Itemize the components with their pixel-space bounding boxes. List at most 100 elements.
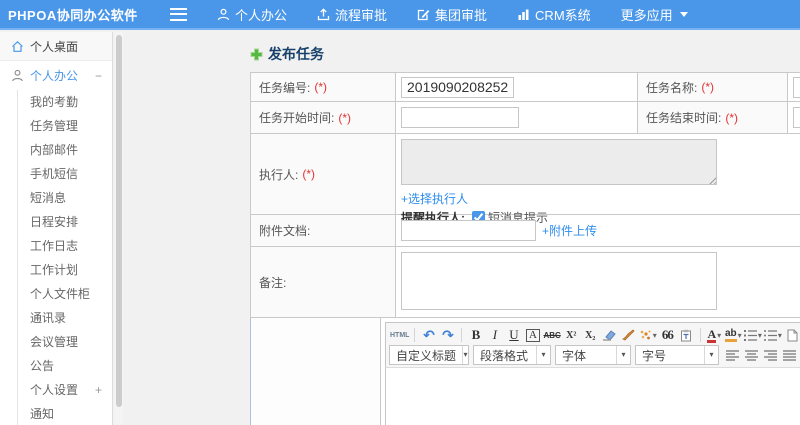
required-mark: (*): [725, 110, 739, 125]
select-executor-link[interactable]: +选择执行人: [401, 192, 468, 206]
spray-icon: [640, 330, 651, 340]
nav-process-approval[interactable]: 流程审批: [317, 5, 387, 24]
top-bar: PHPOA协同办公软件 个人办公 流程审批 集团审批 CRM系统 更多应用: [0, 0, 800, 30]
sidebar-item-announcement[interactable]: 公告: [0, 354, 112, 378]
scrollbar-thumb[interactable]: [115, 35, 122, 407]
label-text: 备注:: [259, 275, 287, 290]
app-logo: PHPOA协同办公软件: [8, 7, 138, 23]
chevron-down-icon: ▾: [704, 346, 718, 364]
home-icon: [12, 40, 23, 52]
char-style-button[interactable]: A: [525, 328, 540, 342]
attachment-input[interactable]: [401, 220, 536, 241]
chevron-down-icon: ▾: [777, 330, 782, 340]
nav-label: 个人办公: [235, 7, 288, 23]
sidebar-section-personal-office[interactable]: 个人办公 −: [0, 61, 112, 90]
task-no-input[interactable]: [401, 76, 514, 98]
font-color-button[interactable]: A ▾: [706, 327, 723, 344]
page-title: 发布任务: [250, 44, 324, 64]
blockquote-button[interactable]: 66: [659, 327, 676, 344]
highlight-glyph: ab: [724, 328, 737, 342]
nav-crm-system[interactable]: CRM系统: [517, 5, 591, 24]
superscript-button[interactable]: X²: [563, 327, 580, 344]
form-row-remark: 备注:: [251, 247, 800, 318]
remark-textarea[interactable]: [401, 252, 717, 310]
separator: [414, 328, 416, 342]
sidebar-scrollbar[interactable]: [114, 32, 123, 425]
format-brush-button[interactable]: [620, 327, 637, 344]
strikethrough-button[interactable]: ABC: [543, 327, 560, 344]
nav-label: 更多应用: [620, 7, 673, 23]
task-no-cell: [396, 73, 638, 102]
separator: [699, 328, 701, 342]
sidebar-item-file-cabinet[interactable]: 个人文件柜: [0, 282, 112, 306]
nav-group-approval[interactable]: 集团审批: [417, 5, 487, 24]
task-name-input[interactable]: [793, 76, 800, 98]
sidebar-item-attendance[interactable]: 我的考勤: [0, 90, 112, 114]
ordered-list-button[interactable]: ▾: [743, 327, 762, 344]
chevron-down-icon: ▾: [652, 330, 657, 340]
sidebar-submenu: 我的考勤 任务管理 内部邮件 手机短信 短消息 日程安排 工作日志 工作计划 个…: [0, 90, 112, 425]
italic-button[interactable]: I: [486, 327, 503, 344]
collapse-minus-icon[interactable]: −: [95, 69, 102, 83]
executor-textarea[interactable]: [401, 139, 717, 185]
expand-plus-icon[interactable]: +: [95, 378, 102, 402]
sidebar-item-internal-mail[interactable]: 内部邮件: [0, 138, 112, 162]
select-value: 段落格式: [480, 348, 529, 363]
align-right-button[interactable]: [762, 347, 779, 364]
eraser-icon: [603, 330, 617, 341]
sidebar-item-contacts[interactable]: 通讯录: [0, 306, 112, 330]
align-left-button[interactable]: [724, 347, 741, 364]
sidebar-item-work-plan[interactable]: 工作计划: [0, 258, 112, 282]
eraser-button[interactable]: [601, 327, 618, 344]
undo-button[interactable]: ↶: [420, 327, 437, 344]
editor-content-area[interactable]: [386, 368, 800, 425]
form-row-attachment: 附件文档: +附件上传: [251, 215, 800, 247]
start-time-cell: [396, 102, 638, 134]
sidebar-item-personal-settings[interactable]: 个人设置 +: [0, 378, 112, 402]
align-justify-button[interactable]: [781, 347, 798, 364]
document-icon: [787, 329, 798, 341]
nav-more-apps[interactable]: 更多应用: [621, 5, 688, 24]
form-row-editor: HTML ↶ ↷ B I U A ABC X² X₂ ▾ 66 A ▾ ab ▾…: [250, 318, 800, 425]
hamburger-menu-icon[interactable]: [170, 7, 187, 21]
chevron-down-icon: ▾: [536, 346, 550, 364]
nav-label: 流程审批: [335, 7, 388, 23]
paragraph-format-select[interactable]: 段落格式 ▾: [473, 345, 551, 365]
paste-button[interactable]: [678, 327, 695, 344]
subscript-button[interactable]: X₂: [582, 327, 599, 344]
form-row-executor: 执行人: (*) +选择执行人 提醒执行人: 短消息提示: [251, 134, 800, 225]
underline-button[interactable]: U: [505, 327, 522, 344]
sidebar-item-short-message[interactable]: 短消息: [0, 186, 112, 210]
nav-personal-office[interactable]: 个人办公: [217, 5, 287, 24]
form-row-time: 任务开始时间: (*) 任务结束时间: (*): [251, 102, 800, 134]
sidebar-item-desktop[interactable]: 个人桌面: [0, 32, 112, 61]
font-size-select[interactable]: 字号 ▾: [635, 345, 719, 365]
redo-button[interactable]: ↷: [439, 327, 456, 344]
sidebar-item-schedule[interactable]: 日程安排: [0, 210, 112, 234]
edit-square-icon: [417, 9, 430, 20]
required-mark: (*): [338, 110, 352, 125]
attachment-upload-link[interactable]: +附件上传: [542, 222, 597, 239]
chevron-down-icon: ▾: [717, 330, 722, 340]
start-time-input[interactable]: [401, 107, 519, 128]
html-source-button[interactable]: HTML: [390, 327, 409, 344]
unordered-list-icon: [763, 329, 777, 341]
highlight-button[interactable]: ab ▾: [724, 327, 742, 344]
end-time-input[interactable]: [793, 107, 800, 128]
font-family-select[interactable]: 字体 ▾: [555, 345, 631, 365]
new-document-button[interactable]: [784, 327, 800, 344]
align-center-button[interactable]: [743, 347, 760, 364]
label-text: 任务编号:: [259, 80, 311, 95]
chevron-down-icon: ▾: [616, 346, 630, 364]
unordered-list-button[interactable]: ▾: [763, 327, 782, 344]
required-mark: (*): [314, 80, 328, 94]
sidebar-item-sms[interactable]: 手机短信: [0, 162, 112, 186]
sidebar-item-task-management[interactable]: 任务管理: [0, 114, 112, 138]
spray-format-button[interactable]: ▾: [639, 327, 657, 344]
task-no-label: 任务编号: (*): [251, 73, 396, 102]
sidebar-item-work-log[interactable]: 工作日志: [0, 234, 112, 258]
heading-style-select[interactable]: 自定义标题 ▾: [389, 345, 469, 365]
bold-button[interactable]: B: [467, 327, 484, 344]
sidebar-item-notice[interactable]: 通知: [0, 402, 112, 425]
sidebar-item-meeting[interactable]: 会议管理: [0, 330, 112, 354]
